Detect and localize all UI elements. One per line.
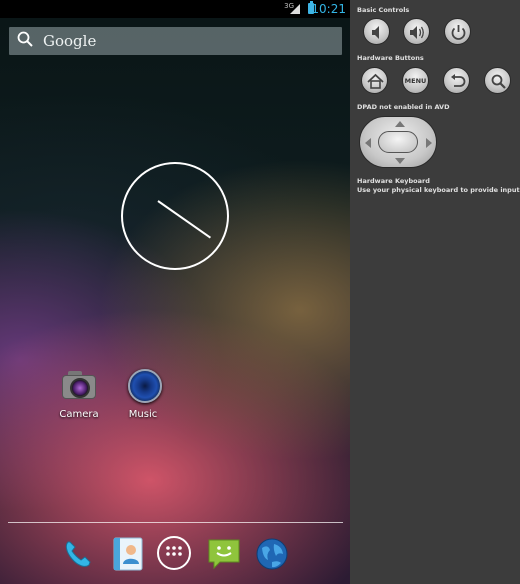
dpad-note: DPAD not enabled in AVD <box>357 103 450 111</box>
power-icon <box>451 25 466 40</box>
search-button[interactable] <box>484 67 511 94</box>
dpad-right-icon[interactable] <box>426 138 432 148</box>
menu-button[interactable]: MENU <box>402 67 429 94</box>
messaging-icon[interactable] <box>206 536 242 572</box>
grid-dots-icon <box>166 546 182 556</box>
app-camera[interactable]: Camera <box>49 367 109 420</box>
app-label: Camera <box>59 409 99 420</box>
music-icon <box>124 367 162 405</box>
analog-clock-widget[interactable] <box>121 162 229 270</box>
dpad-left-icon[interactable] <box>365 138 371 148</box>
emulator-screen[interactable]: 3G 10:21 Google Camera Music <box>0 0 350 584</box>
volume-up-icon <box>410 26 424 39</box>
app-label: Music <box>128 409 158 420</box>
home-icon <box>367 73 384 89</box>
hardware-keyboard-title: Hardware Keyboard <box>357 177 430 185</box>
people-icon[interactable] <box>110 536 146 572</box>
search-icon <box>17 31 33 47</box>
dpad-center-button[interactable] <box>378 131 418 153</box>
camera-icon <box>60 367 98 405</box>
phone-icon[interactable] <box>60 536 96 572</box>
back-icon <box>451 74 466 87</box>
hardware-keyboard-hint: Use your physical keyboard to provide in… <box>357 186 520 194</box>
back-button[interactable] <box>443 67 470 94</box>
dpad-up-icon[interactable] <box>395 121 405 127</box>
status-time: 10:21 <box>311 2 346 16</box>
basic-controls-title: Basic Controls <box>357 6 410 14</box>
emulator-control-panel: Basic Controls Hardware Buttons MENU DPA… <box>350 0 520 584</box>
all-apps-icon[interactable] <box>157 536 191 570</box>
home-button[interactable] <box>361 67 388 94</box>
volume-down-button[interactable] <box>363 18 390 45</box>
volume-up-button[interactable] <box>403 18 430 45</box>
dpad-control[interactable] <box>359 116 437 168</box>
browser-icon[interactable] <box>254 536 290 572</box>
signal-icon <box>290 4 300 14</box>
dock-divider <box>8 522 343 523</box>
power-button[interactable] <box>444 18 471 45</box>
volume-down-icon <box>372 26 379 39</box>
menu-label: MENU <box>404 77 427 85</box>
hardware-buttons-title: Hardware Buttons <box>357 54 424 62</box>
magnifier-icon <box>491 74 506 89</box>
dpad-down-icon[interactable] <box>395 158 405 164</box>
google-search-bar[interactable]: Google <box>9 27 342 55</box>
search-label: Google <box>43 32 97 50</box>
status-bar: 3G 10:21 <box>0 0 350 18</box>
app-music[interactable]: Music <box>113 367 173 420</box>
